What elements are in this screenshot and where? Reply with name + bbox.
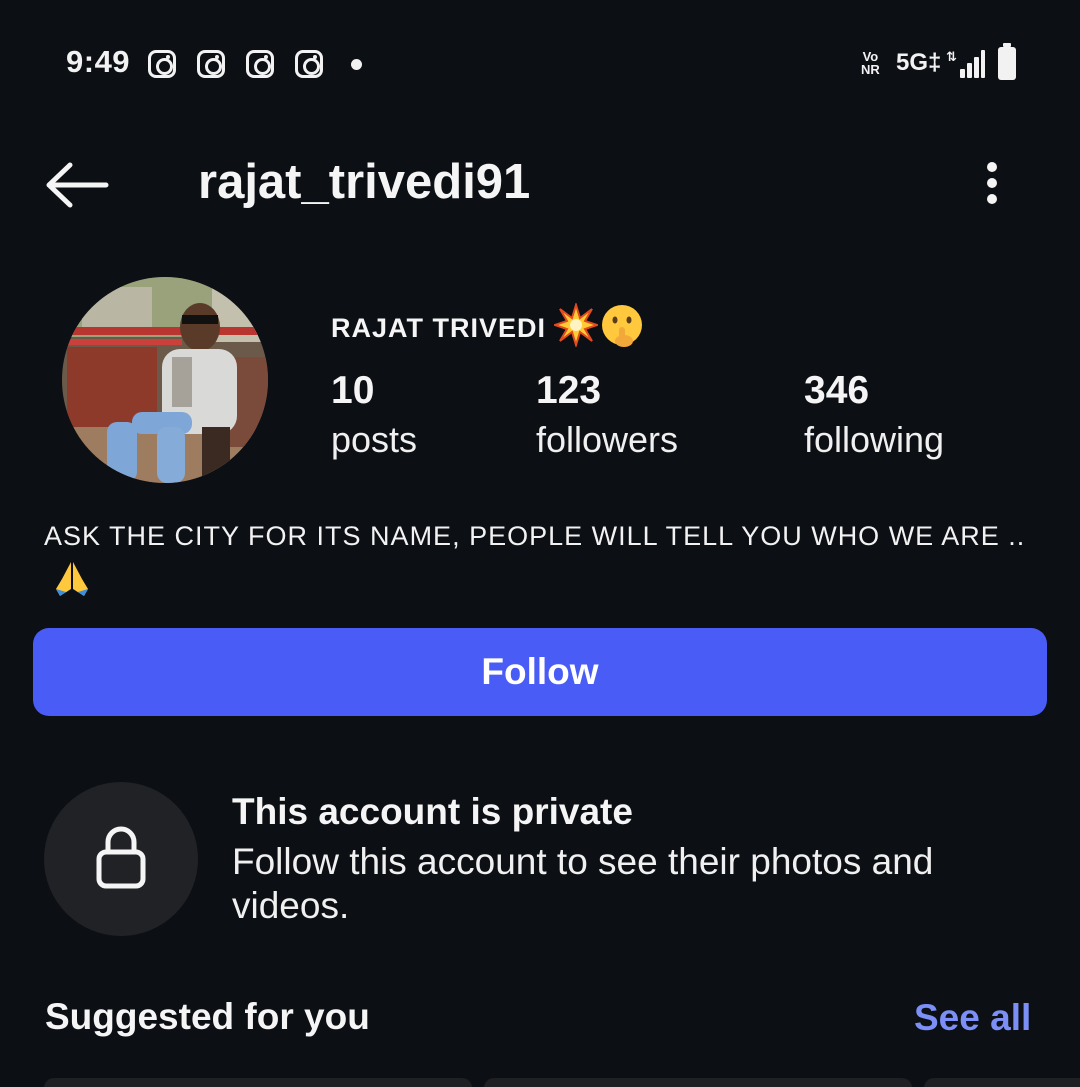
network-type: 5G‡ <box>896 49 942 76</box>
folded-hands-emoji-icon <box>52 559 92 613</box>
vonr-indicator: Vo NR <box>861 50 880 76</box>
posts-label: posts <box>331 419 418 460</box>
status-time: 9:49 <box>66 44 131 79</box>
profile-bio: ASK THE CITY FOR ITS NAME, PEOPLE WILL T… <box>44 513 1044 613</box>
shushing-face-emoji-icon <box>600 303 644 354</box>
stat-following[interactable]: 346 following <box>804 368 944 466</box>
vonr-bottom-text: NR <box>861 62 880 77</box>
followers-label: followers <box>536 419 679 460</box>
profile-screen: 9:49 Vo NR 5G‡ ⇅ rajat_trivedi91 RAJAT T… <box>0 0 1080 1087</box>
private-description: Follow this account to see their photos … <box>232 841 934 926</box>
back-arrow-icon[interactable] <box>44 160 110 210</box>
signal-strength-icon: ⇅ <box>946 50 985 78</box>
stat-posts[interactable]: 10 posts <box>331 368 417 466</box>
instagram-icon <box>197 50 225 78</box>
instagram-icon <box>246 50 274 78</box>
suggested-title: Suggested for you <box>45 996 370 1037</box>
private-title: This account is private <box>232 791 633 832</box>
bio-text: ASK THE CITY FOR ITS NAME, PEOPLE WILL T… <box>44 521 1026 551</box>
profile-display-name: RAJAT TRIVEDI <box>331 301 644 354</box>
more-notifications-dot-icon <box>351 59 362 70</box>
suggested-card[interactable] <box>924 1078 1080 1087</box>
instagram-icon <box>295 50 323 78</box>
status-bar: 9:49 Vo NR 5G‡ ⇅ <box>0 0 1080 130</box>
private-badge <box>44 782 198 936</box>
suggested-card[interactable] <box>484 1078 912 1087</box>
followers-count: 123 <box>536 369 602 412</box>
collision-emoji-icon <box>551 301 601 354</box>
profile-avatar[interactable] <box>62 277 268 483</box>
profile-username: rajat_trivedi91 <box>198 155 531 209</box>
posts-count: 10 <box>331 369 375 412</box>
see-all-link[interactable]: See all <box>914 997 1031 1039</box>
following-count: 346 <box>804 369 870 412</box>
battery-icon <box>998 43 1016 80</box>
display-name-text: RAJAT TRIVEDI <box>331 313 547 343</box>
follow-button[interactable]: Follow <box>33 628 1047 716</box>
instagram-icon <box>148 50 176 78</box>
more-options-icon[interactable] <box>978 158 1006 208</box>
suggested-card[interactable] <box>44 1078 472 1087</box>
following-label: following <box>804 419 945 460</box>
stat-followers[interactable]: 123 followers <box>536 368 678 466</box>
lock-icon <box>95 824 147 895</box>
